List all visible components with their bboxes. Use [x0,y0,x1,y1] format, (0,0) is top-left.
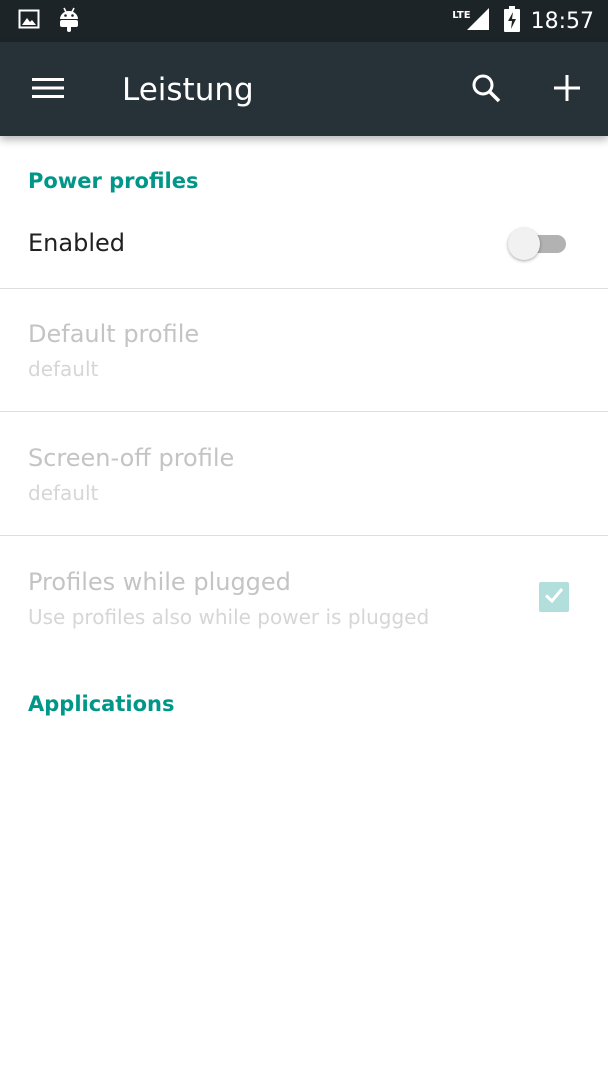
image-icon [18,8,40,34]
status-bar: LTE 18:57 [0,0,608,42]
add-icon [554,75,580,105]
switch-thumb [508,228,540,260]
android-icon [58,5,80,37]
screen-off-profile-summary: default [28,481,99,505]
search-icon [470,72,502,108]
status-system-icons: LTE 18:57 [452,0,594,42]
profiles-while-plugged-checkbox[interactable] [539,582,569,612]
profiles-while-plugged-summary: Use profiles also while power is plugged [28,605,430,629]
profiles-while-plugged-preference[interactable]: Profiles while plugged Use profiles also… [0,536,608,660]
default-profile-preference[interactable]: Default profile default [0,289,608,411]
menu-icon [32,76,64,104]
enabled-title: Enabled [28,229,125,257]
screen-off-profile-title: Screen-off profile [28,444,235,472]
profiles-while-plugged-title: Profiles while plugged [28,568,291,596]
network-type-label: LTE [452,9,471,21]
menu-button[interactable] [24,66,72,114]
checkmark-icon [542,583,566,611]
toolbar: Leistung [0,42,608,136]
default-profile-title: Default profile [28,320,200,348]
default-profile-summary: default [28,357,99,381]
power-profiles-header: Power profiles [28,169,199,193]
enabled-switch[interactable] [508,228,568,260]
battery-charging-icon [503,5,521,37]
screen-off-profile-preference[interactable]: Screen-off profile default [0,412,608,535]
page-title: Leistung [122,72,254,108]
status-clock: 18:57 [530,8,594,34]
status-notification-icons [18,6,80,36]
applications-header: Applications [28,692,175,716]
add-button[interactable] [543,66,591,114]
search-button[interactable] [462,66,510,114]
